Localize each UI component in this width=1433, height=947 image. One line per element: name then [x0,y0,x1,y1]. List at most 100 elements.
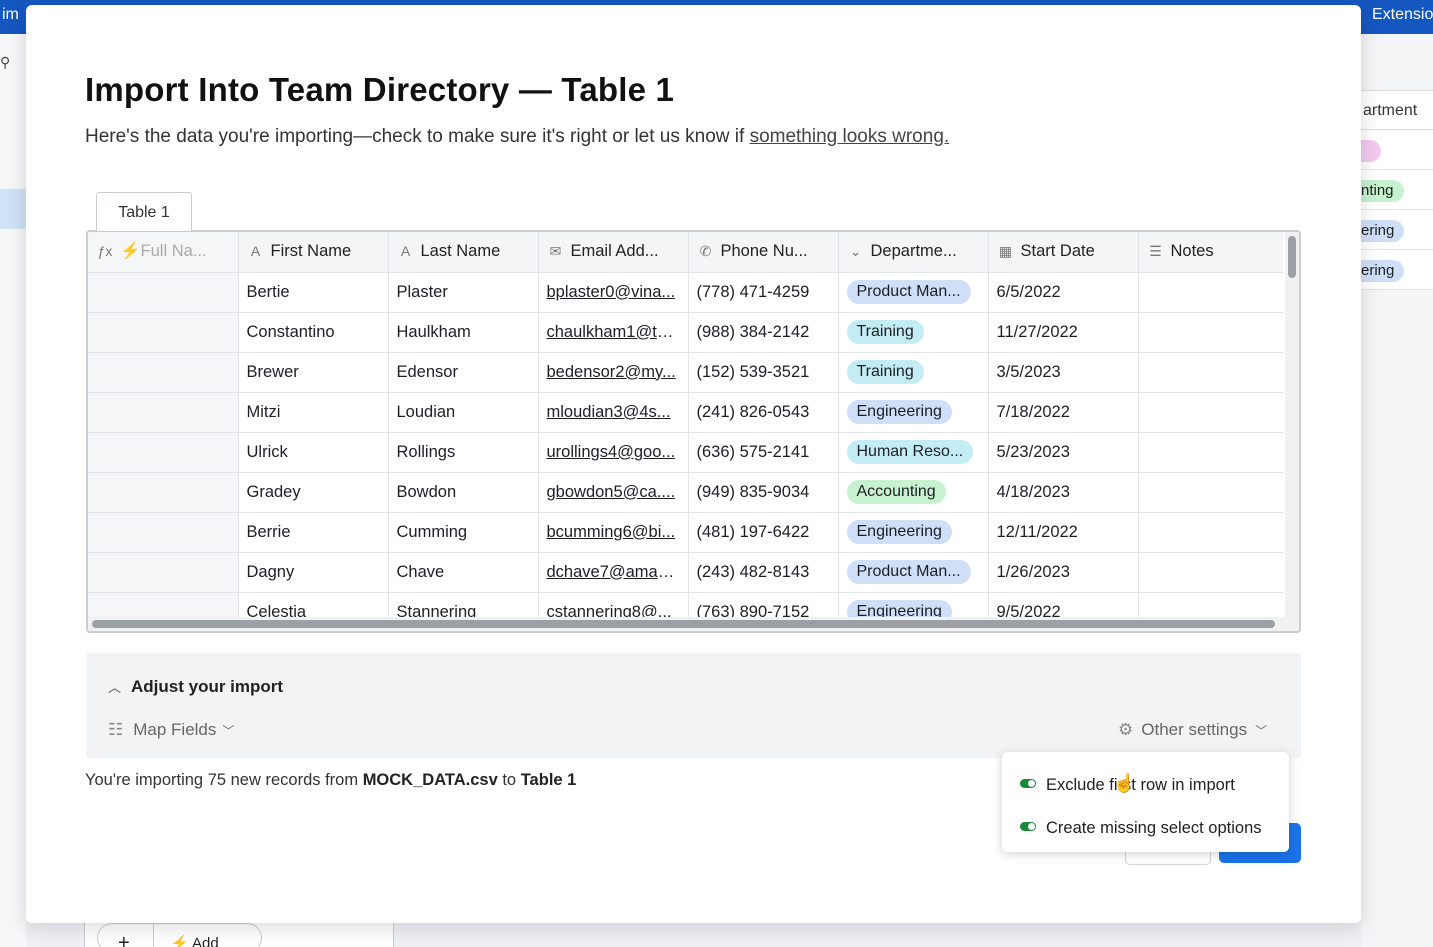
table-cell-start: 5/23/2023 [988,432,1139,473]
department-pill: Product Man... [846,280,971,304]
background-footer: + ⚡ Add [84,923,394,947]
horizontal-scroll-thumb[interactable] [92,620,1275,628]
column-header-label: First Name [270,242,352,261]
vertical-scrollbar[interactable] [1285,232,1299,617]
table-cell-last: Loudian [388,392,539,433]
table-cell-dept: Training [838,352,989,393]
table-cell-start: 1/26/2023 [988,552,1139,593]
column-header[interactable]: ✉ Email Add... [538,232,689,273]
table-cell-dept: Human Reso... [838,432,989,473]
email-link[interactable]: dchave7@amaz... [547,563,680,581]
department-pill: Training [846,320,924,344]
column-header[interactable]: ✆ Phone Nu... [688,232,839,273]
column-header[interactable]: ⌄ Departme... [838,232,989,273]
department-pill: Training [846,360,924,384]
department-pill: Engineering [846,400,952,424]
toggle-on-icon[interactable] [1020,822,1036,832]
search-icon: ⚲ [0,54,11,70]
table-cell-email: urollings4@goo... [538,432,689,473]
map-fields-icon: ☷ [108,720,124,739]
table-cell-last: Edensor [388,352,539,393]
email-link[interactable]: bplaster0@vina... [547,283,676,301]
map-fields-label: Map Fields [133,720,217,739]
background-add-button[interactable]: + ⚡ Add [97,923,262,947]
email-link[interactable]: chaulkham1@th... [547,323,680,341]
background-column-header: artment [1361,90,1433,130]
column-header-label: Departme... [870,242,957,261]
table-cell-first: Dagny [238,552,389,593]
chevron-up-icon: ︿ [108,680,122,695]
tab-table-1[interactable]: Table 1 [96,192,192,231]
map-fields-dropdown[interactable]: ☷ Map Fields ﹀ [108,720,234,740]
background-row: ering [1361,250,1433,290]
toggle-on-icon[interactable] [1020,779,1036,789]
table-cell-phone: (778) 471-4259 [688,272,839,313]
column-header[interactable]: ☰ Notes [1138,232,1283,273]
table-cell-start: 3/5/2023 [988,352,1139,393]
table-cell-first: Brewer [238,352,389,393]
full-name-cell [88,592,239,617]
table-cell-first: Constantino [238,312,389,353]
other-settings-dropdown[interactable]: ⚙ Other settings ﹀ [1118,720,1267,740]
table-cell-dept: Engineering [838,512,989,553]
select-icon: ⌄ [849,243,862,260]
table-cell-notes [1138,472,1283,513]
table-cell-email: mloudian3@4s... [538,392,689,433]
table-cell-first: Celestia [238,592,389,617]
background-selected-item [0,189,26,229]
table-row: Mitzi Loudian mloudian3@4s... (241) 826-054… [88,392,1283,433]
text-icon: A [250,243,261,260]
table-cell-start: 12/11/2022 [988,512,1139,553]
email-link[interactable]: bcumming6@bi... [547,523,676,541]
table-cell-phone: (949) 835-9034 [688,472,839,513]
table-cell-last: Stannering [388,592,539,617]
email-link[interactable]: cstannering8@... [547,603,672,618]
column-header[interactable]: ƒx ⚡Full Na... [88,232,239,273]
create-missing-options-option[interactable]: Create missing select options [1020,819,1262,838]
column-header-label: Phone Nu... [720,242,808,261]
chevron-down-icon: ﹀ [222,724,235,738]
table-cell-notes [1138,592,1283,617]
column-header[interactable]: A Last Name [388,232,539,273]
table-cell-dept: Product Man... [838,552,989,593]
vertical-scroll-thumb[interactable] [1288,236,1296,278]
full-name-cell [88,312,239,353]
column-header-label: Email Add... [570,242,659,261]
preview-table: ƒx ⚡Full Na... A First Name A Last Name ✉ Email… [88,232,1283,617]
table-row: Ulrick Rollings urollings4@goo... (636) 575… [88,432,1283,473]
column-header-label: Start Date [1020,242,1095,261]
other-settings-popover: Exclude first row in import Create missi… [1002,752,1289,852]
table-row: Berrie Cumming bcumming6@bi... (481) 197-64… [88,512,1283,553]
table-cell-last: Haulkham [388,312,539,353]
summary-target: Table 1 [520,771,577,789]
table-cell-start: 4/18/2023 [988,472,1139,513]
full-name-cell [88,392,239,433]
table-row: Dagny Chave dchave7@amaz... (243) 482-8143 P… [88,552,1283,593]
table-row: Gradey Bowdon gbowdon5@ca.... (949) 835-903… [88,472,1283,513]
email-link[interactable]: mloudian3@4s... [547,403,671,421]
email-link[interactable]: gbowdon5@ca.... [547,483,676,501]
divider [153,924,154,947]
formula-icon: ƒx [97,243,113,260]
table-cell-last: Cumming [388,512,539,553]
table-row: Brewer Edensor bedensor2@my... (152) 539-35… [88,352,1283,393]
table-cell-last: Chave [388,552,539,593]
column-header[interactable]: ▦ Start Date [988,232,1139,273]
background-row: ering [1361,210,1433,250]
email-link[interactable]: urollings4@goo... [547,443,676,461]
plus-icon: + [118,932,130,947]
extensions-button[interactable]: Extensio [1372,6,1433,24]
modal-subtitle: Here's the data you're importing—check t… [85,126,949,148]
adjust-import-toggle[interactable]: ︿ Adjust your import [108,677,283,697]
table-cell-email: bcumming6@bi... [538,512,689,553]
horizontal-scrollbar[interactable] [88,617,1299,631]
full-name-cell [88,552,239,593]
email-link[interactable]: bedensor2@my... [547,363,676,381]
top-bar-left-text: im [2,6,19,23]
table-row: Celestia Stannering cstannering8@... (763) … [88,592,1283,617]
table-cell-dept: Accounting [838,472,989,513]
report-problem-link[interactable]: something looks wrong. [750,126,950,147]
table-row: Bertie Plaster bplaster0@vina... (778) 471-… [88,272,1283,313]
column-header[interactable]: A First Name [238,232,389,273]
full-name-cell [88,352,239,393]
